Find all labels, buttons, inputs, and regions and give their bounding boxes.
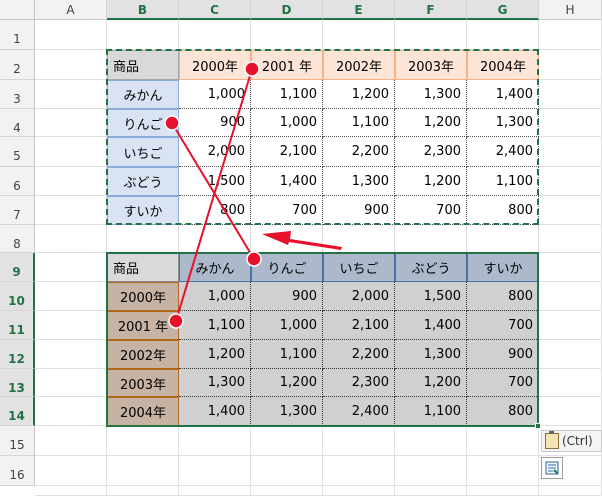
row-header-16[interactable]: 16 bbox=[0, 456, 35, 486]
selection-range bbox=[106, 252, 539, 427]
quick-analysis-icon bbox=[545, 461, 559, 475]
paste-options-button[interactable]: (Ctrl) bbox=[541, 430, 602, 452]
row-header-2[interactable]: 2 bbox=[0, 50, 35, 80]
row-header-10[interactable]: 10 bbox=[0, 282, 35, 311]
quick-analysis-button[interactable] bbox=[541, 457, 563, 479]
row-header-3[interactable]: 3 bbox=[0, 80, 35, 109]
gridline-horizontal bbox=[35, 455, 602, 456]
column-header-d[interactable]: D bbox=[251, 0, 323, 20]
row-header-5[interactable]: 5 bbox=[0, 137, 35, 167]
row-header-7[interactable]: 7 bbox=[0, 196, 35, 225]
column-header-g[interactable]: G bbox=[467, 0, 539, 20]
row-header-15[interactable]: 15 bbox=[0, 426, 35, 456]
row-header-12[interactable]: 12 bbox=[0, 340, 35, 369]
column-header-h[interactable]: H bbox=[539, 0, 602, 20]
clipboard-icon bbox=[545, 431, 559, 449]
row-header-13[interactable]: 13 bbox=[0, 369, 35, 397]
column-header-e[interactable]: E bbox=[323, 0, 395, 20]
paste-options-label: (Ctrl) bbox=[562, 434, 593, 448]
red-arrow bbox=[262, 231, 342, 250]
row-header-9[interactable]: 9 bbox=[0, 253, 35, 282]
select-all-corner[interactable] bbox=[0, 0, 35, 20]
column-header-f[interactable]: F bbox=[395, 0, 467, 20]
row-header-11[interactable]: 11 bbox=[0, 311, 35, 340]
row-header-1[interactable]: 1 bbox=[0, 20, 35, 50]
gridline-horizontal bbox=[35, 485, 602, 486]
column-header-a[interactable]: A bbox=[35, 0, 107, 20]
column-header-c[interactable]: C bbox=[179, 0, 251, 20]
row-header-6[interactable]: 6 bbox=[0, 167, 35, 196]
row-header-4[interactable]: 4 bbox=[0, 109, 35, 137]
column-header-b[interactable]: B bbox=[107, 0, 179, 20]
row-header-8[interactable]: 8 bbox=[0, 225, 35, 253]
copy-marquee bbox=[106, 49, 539, 225]
fill-handle[interactable] bbox=[535, 423, 541, 429]
row-header-14[interactable]: 14 bbox=[0, 397, 35, 426]
